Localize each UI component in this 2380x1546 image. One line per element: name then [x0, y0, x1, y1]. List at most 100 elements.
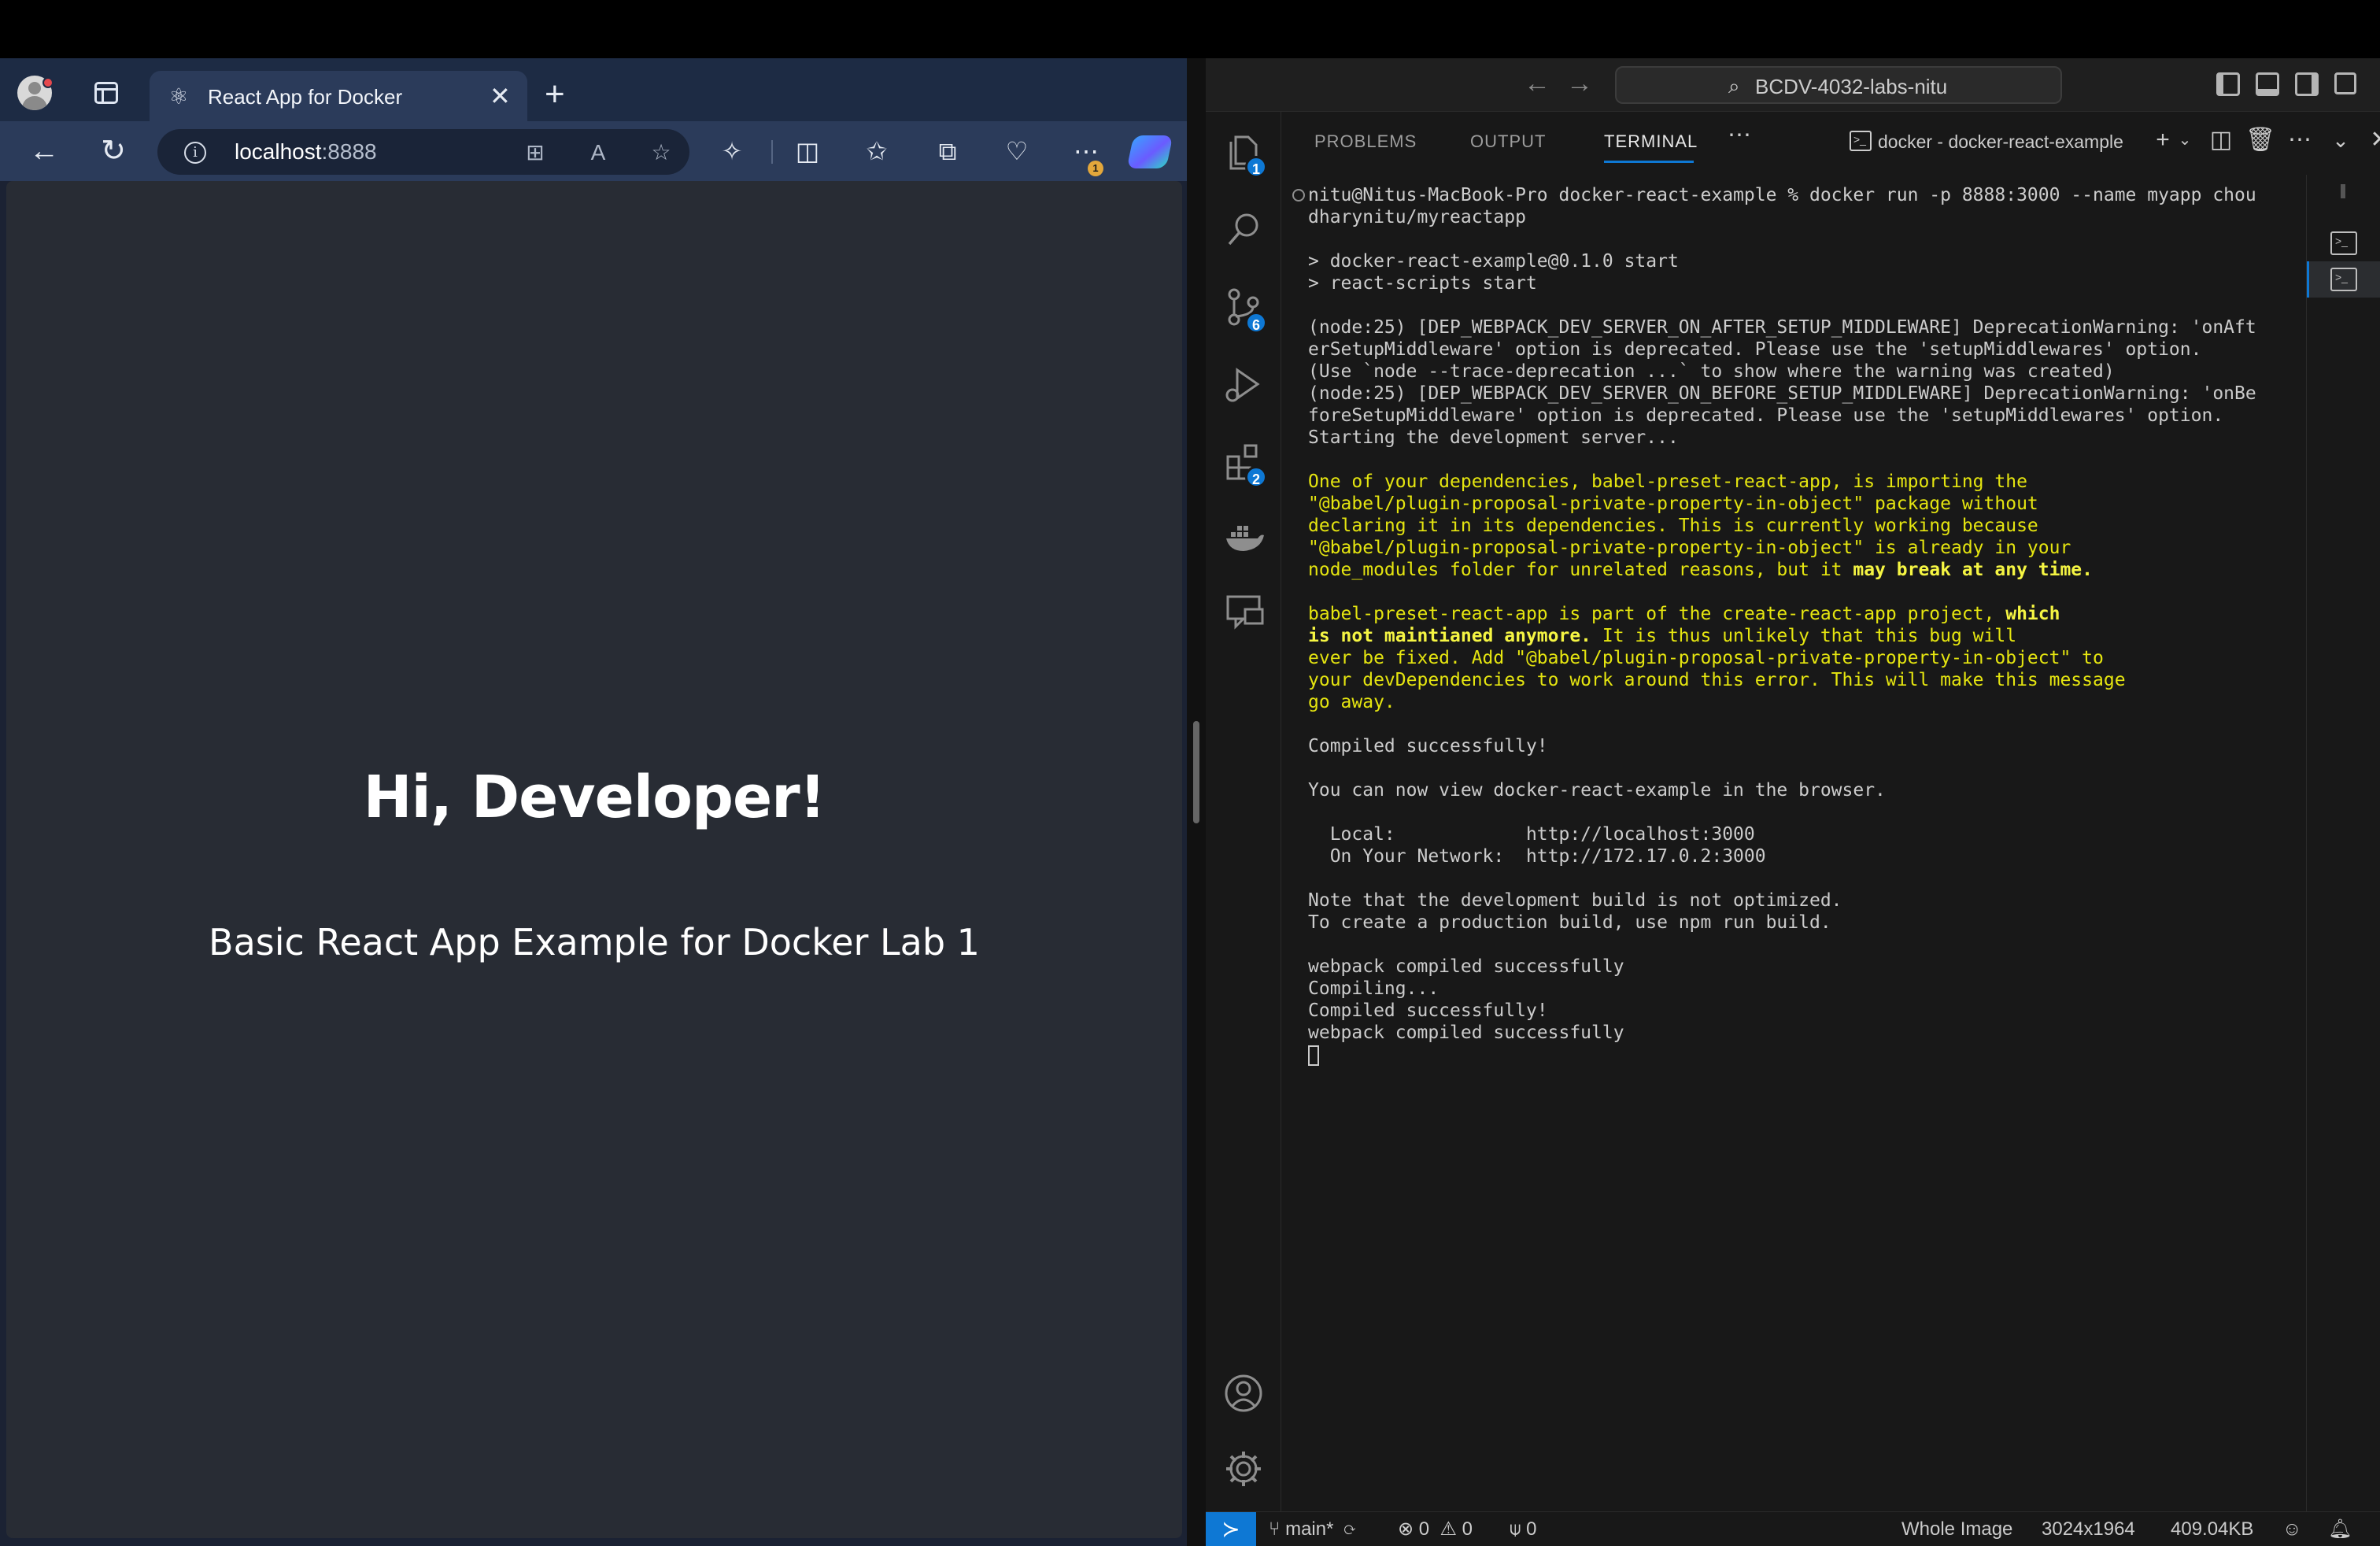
more-actions-icon[interactable]: ⋯ — [2284, 124, 2315, 156]
terminal-line: webpack compiled successfully — [1308, 1023, 1624, 1043]
activity-bar: 1 6 2 — [1206, 112, 1281, 1546]
panel-header: PROBLEMS OUTPUT TERMINAL ⋯ >_ docker - d… — [1281, 112, 2380, 175]
terminal-line: declaring it in its dependencies. This i… — [1308, 516, 2038, 536]
terminal-line: (Use `node --trace-deprecation ...` to s… — [1308, 361, 2115, 382]
error-icon: ⊗ — [1398, 1518, 1419, 1540]
terminal-line: You can now view docker-react-example in… — [1308, 780, 1886, 801]
tab-problems[interactable]: PROBLEMS — [1314, 131, 1417, 153]
split-resize-handle[interactable] — [1193, 721, 1199, 823]
notifications-bell-icon[interactable]: 🔔︎ — [2328, 1518, 2352, 1540]
active-tab-indicator — [1604, 161, 1694, 163]
toggle-sidebar-icon[interactable] — [2216, 72, 2240, 96]
collections-icon[interactable]: ⧉ — [930, 134, 965, 168]
tab-output[interactable]: OUTPUT — [1470, 131, 1546, 153]
app-available-icon[interactable]: ⊞ — [521, 139, 549, 167]
terminal-line: Note that the development build is not o… — [1308, 890, 1842, 911]
terminal-line: Compiling... — [1308, 978, 1439, 999]
toggle-secondary-sidebar-icon[interactable] — [2295, 72, 2319, 96]
terminal-line: node_modules folder for unrelated reason… — [1308, 560, 2093, 580]
accounts-icon[interactable] — [1221, 1371, 1266, 1415]
browser-essentials-icon[interactable]: ♡ — [1000, 134, 1034, 168]
terminal-list: >_ >_ — [2306, 175, 2380, 1546]
ports-status[interactable]: ⍦ 0 — [1510, 1518, 1536, 1540]
terminal-line: foreSetupMiddleware' option is deprecate… — [1308, 405, 2224, 426]
terminal-line: is not maintianed anymore. It is thus un… — [1308, 626, 2017, 646]
terminal-cursor-line — [1308, 1044, 2323, 1066]
close-tab-icon[interactable]: ✕ — [490, 83, 511, 109]
chevron-down-icon[interactable]: ⌄ — [2169, 124, 2201, 156]
tab-actions-icon[interactable] — [94, 82, 118, 104]
terminal-line: Compiled successfully! — [1308, 1000, 1548, 1021]
terminal-line: "@babel/plugin-proposal-private-property… — [1308, 494, 2038, 514]
extensions-badge: 2 — [1245, 466, 1267, 488]
toggle-panel-icon[interactable] — [2256, 72, 2279, 96]
close-panel-icon[interactable]: ✕ — [2364, 124, 2380, 156]
terminal-list-item[interactable]: >_ — [2330, 231, 2357, 255]
favorites-icon[interactable]: ✩ — [859, 134, 894, 168]
search-icon: ⌕ — [1728, 74, 1740, 98]
terminal-line: Starting the development server... — [1308, 427, 1679, 448]
favorite-star-icon[interactable]: ☆ — [647, 139, 675, 167]
run-debug-icon[interactable] — [1221, 362, 1266, 406]
terminal-line: (node:25) [DEP_WEBPACK_DEV_SERVER_ON_AFT… — [1308, 317, 2256, 338]
docker-icon[interactable] — [1221, 515, 1266, 559]
search-icon[interactable] — [1221, 208, 1266, 252]
settings-gear-icon[interactable] — [1221, 1447, 1266, 1491]
back-icon[interactable]: ← — [25, 132, 63, 170]
warning-icon: ⚠ — [1429, 1518, 1462, 1540]
copilot-icon[interactable] — [1126, 135, 1173, 168]
tab-terminal[interactable]: TERMINAL — [1604, 131, 1698, 153]
branch-status[interactable]: ⑂ main* ⟳ — [1269, 1518, 1355, 1540]
terminal-line: babel-preset-react-app is part of the cr… — [1308, 604, 2060, 624]
read-aloud-icon[interactable]: A — [584, 139, 612, 167]
terminal-line: go away. — [1308, 692, 1395, 712]
sync-icon: ⟳ — [1333, 1518, 1356, 1540]
split-screen-icon[interactable]: ◫ — [790, 134, 825, 168]
browser-tab-active[interactable]: ⚛ React App for Docker ✕ — [150, 71, 527, 121]
terminal-name[interactable]: docker - docker-react-example — [1878, 131, 2123, 153]
terminal-line: (node:25) [DEP_WEBPACK_DEV_SERVER_ON_BEF… — [1308, 383, 2256, 404]
go-forward-icon[interactable]: → — [1566, 68, 1593, 99]
go-back-icon[interactable]: ← — [1524, 68, 1550, 99]
terminal-output[interactable]: nitu@Nitus-MacBook-Pro docker-react-exam… — [1308, 184, 2323, 1412]
command-center-search[interactable]: ⌕ BCDV-4032-labs-nitu — [1615, 66, 2062, 104]
site-info-icon[interactable]: i — [184, 142, 206, 164]
terminal-icon: >_ — [1850, 131, 1872, 151]
browser-window: ⚛ React App for Docker ✕ + ← ↻ i localho… — [0, 58, 1187, 1546]
extensions-icon[interactable]: ✧ — [715, 134, 749, 168]
tab-title: React App for Docker — [208, 85, 403, 109]
profile-notification-dot — [42, 77, 54, 88]
chevron-down-icon[interactable]: ⌄ — [2325, 124, 2356, 156]
customize-layout-icon[interactable] — [2334, 72, 2356, 94]
trash-icon[interactable]: 🗑 — [2245, 124, 2276, 156]
remote-indicator-icon[interactable]: ≻ — [1206, 1512, 1256, 1546]
refresh-icon[interactable]: ↻ — [94, 132, 132, 170]
url-text: localhost:8888 — [235, 139, 377, 164]
new-tab-icon[interactable]: + — [545, 77, 565, 112]
terminal-cursor — [1308, 1045, 1319, 1066]
terminal-line: erSetupMiddleware' option is deprecated.… — [1308, 339, 2202, 360]
terminal-line: nitu@Nitus-MacBook-Pro docker-react-exam… — [1308, 185, 2256, 205]
toolbar-separator — [771, 140, 773, 164]
problems-status[interactable]: ⊗ 0 ⚠ 0 — [1398, 1518, 1473, 1540]
terminal-line: Local: http://localhost:3000 — [1308, 824, 1755, 845]
more-views-icon[interactable]: ⋯ — [1724, 120, 1755, 151]
terminal-list-item-icon: >_ — [2330, 268, 2357, 291]
terminal-line: webpack compiled successfully — [1308, 956, 1624, 977]
address-bar[interactable]: i localhost:8888 ⊞ A ☆ — [157, 129, 689, 175]
copilot-status-icon[interactable]: ☺ — [2282, 1518, 2302, 1540]
split-terminal-icon[interactable]: ◫ — [2205, 124, 2237, 156]
page-subtitle: Basic React App Example for Docker Lab 1 — [209, 921, 980, 963]
explorer-badge: 1 — [1245, 156, 1267, 178]
react-icon: ⚛ — [168, 84, 189, 109]
remote-explorer-icon[interactable] — [1221, 589, 1266, 633]
vscode-window: ← → ⌕ BCDV-4032-labs-nitu 1 6 2 PROBLEMS… — [1206, 58, 2380, 1546]
terminal-line: > docker-react-example@0.1.0 start — [1308, 251, 1679, 272]
image-scope[interactable]: Whole Image — [1901, 1518, 2012, 1540]
